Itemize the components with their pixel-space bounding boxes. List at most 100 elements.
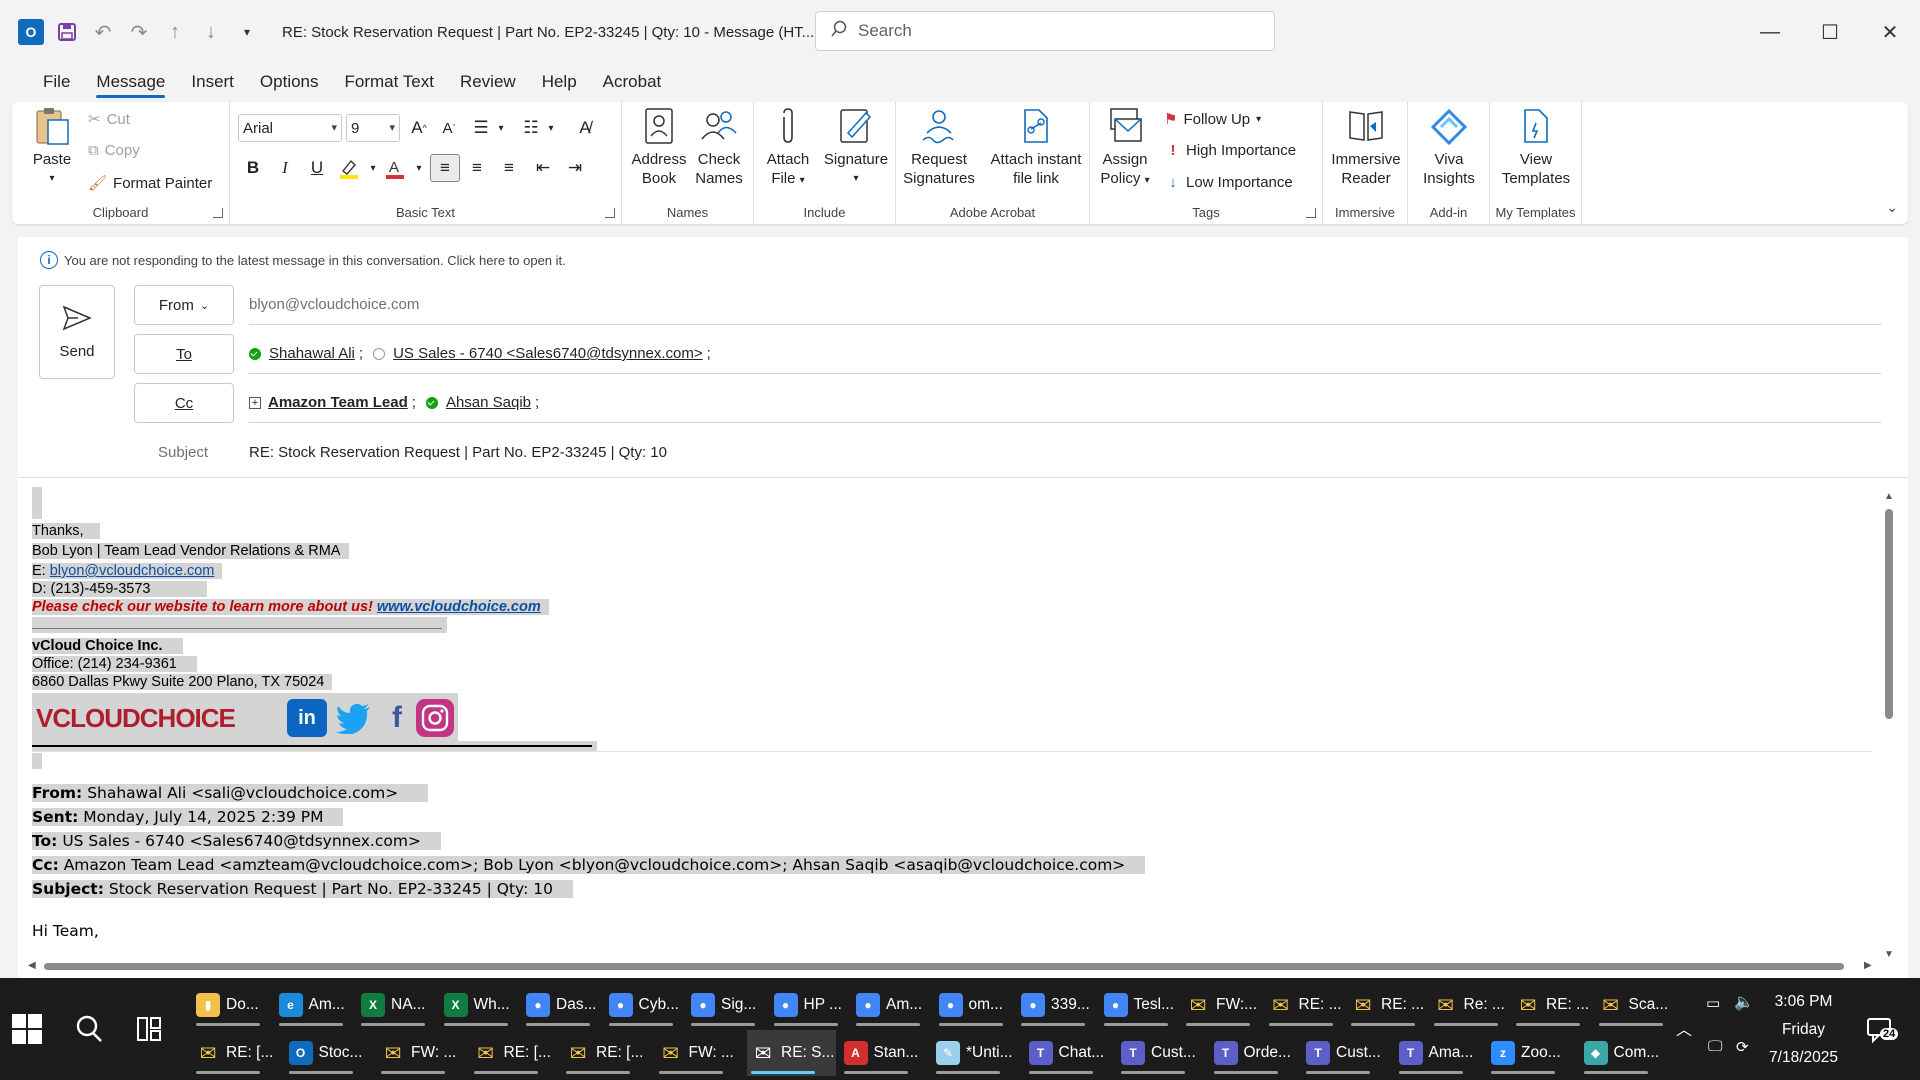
recipient-chip[interactable]: Amazon Team Lead	[268, 394, 408, 411]
taskbar-button[interactable]: ✉ FW: ...	[655, 1030, 744, 1076]
vertical-scrollbar[interactable]: ▲ ▼	[1882, 487, 1896, 962]
dialog-launcher-icon[interactable]	[213, 208, 223, 218]
cc-button[interactable]: Cc	[134, 383, 234, 423]
bold-button[interactable]: B	[238, 154, 268, 182]
to-button[interactable]: To	[134, 334, 234, 374]
taskbar-button[interactable]: O Stoc...	[285, 1030, 374, 1076]
check-names-button[interactable]: Check Names	[690, 106, 748, 188]
taskbar-button[interactable]: ● HP ...	[770, 982, 849, 1028]
tab-review[interactable]: Review	[447, 64, 529, 100]
decrease-indent-icon[interactable]: ⇤	[528, 154, 558, 182]
taskbar-button[interactable]: ✉ FW:...	[1182, 982, 1261, 1028]
recipient-chip[interactable]: Shahawal Ali	[269, 345, 355, 362]
low-importance-button[interactable]: ↓ Low Importance	[1166, 174, 1292, 191]
taskbar-button[interactable]: ✉ RE: [...	[470, 1030, 559, 1076]
signature-email-link[interactable]: blyon@vcloudchoice.com	[50, 563, 215, 579]
scroll-thumb[interactable]	[1885, 509, 1893, 719]
align-right-icon[interactable]: ≡	[494, 154, 524, 182]
immersive-reader-button[interactable]: Immersive Reader	[1327, 106, 1405, 188]
taskbar-button[interactable]: ◆ Com...	[1580, 1030, 1669, 1076]
scroll-right-icon[interactable]: ▶	[1864, 960, 1872, 971]
taskbar-button[interactable]: ● Das...	[522, 982, 601, 1028]
search-box[interactable]: Search	[815, 11, 1275, 51]
assign-policy-button[interactable]: Assign Policy ▾	[1094, 106, 1156, 190]
taskbar-button[interactable]: ✉ RE: S...	[747, 1030, 836, 1076]
previous-item-icon[interactable]: ↑	[162, 19, 188, 45]
shrink-font-icon[interactable]: Aˇ	[434, 114, 464, 142]
undo-icon[interactable]: ↶	[90, 19, 116, 45]
scroll-up-icon[interactable]: ▲	[1884, 491, 1894, 502]
high-importance-button[interactable]: ! High Importance	[1166, 142, 1297, 159]
tab-format-text[interactable]: Format Text	[332, 64, 447, 100]
taskbar-button[interactable]: ✉ RE: ...	[1347, 982, 1426, 1028]
taskbar-button[interactable]: ● om...	[935, 982, 1014, 1028]
copy-button[interactable]: ⧉ Copy	[88, 142, 140, 159]
tab-message[interactable]: Message	[83, 64, 178, 100]
message-body[interactable]: Thanks, Bob Lyon | Team Lead Vendor Rela…	[32, 487, 1882, 957]
taskbar-button[interactable]: T Ama...	[1395, 1030, 1484, 1076]
task-view-icon[interactable]	[136, 1016, 162, 1045]
tab-insert[interactable]: Insert	[178, 64, 247, 100]
increase-indent-icon[interactable]: ⇥	[560, 154, 590, 182]
customize-toolbar-icon[interactable]: ▾	[234, 19, 260, 45]
dialog-launcher-icon[interactable]	[605, 208, 615, 218]
scroll-thumb[interactable]	[44, 963, 1844, 970]
network-icon[interactable]: 🖵	[1708, 1038, 1722, 1055]
scroll-left-icon[interactable]: ◀	[28, 960, 36, 971]
horizontal-scrollbar[interactable]: ◀ ▶	[26, 959, 1876, 973]
taskbar-button[interactable]: T Cust...	[1302, 1030, 1391, 1076]
taskbar-button[interactable]: z Zoo...	[1487, 1030, 1576, 1076]
chevron-down-icon[interactable]: ▾	[486, 114, 516, 142]
signature-button[interactable]: Signature ▾	[820, 106, 892, 188]
font-name-select[interactable]: Arial ▾	[238, 114, 342, 142]
notifications-icon[interactable]: 24	[1866, 1016, 1899, 1047]
viva-insights-button[interactable]: Viva Insights	[1414, 106, 1484, 188]
cut-button[interactable]: ✂ Cut	[88, 110, 130, 129]
battery-icon[interactable]: ▭	[1706, 994, 1720, 1012]
taskbar-button[interactable]: ▮ Do...	[192, 982, 271, 1028]
taskbar-button[interactable]: ● 339...	[1017, 982, 1096, 1028]
close-button[interactable]: ✕	[1860, 0, 1920, 64]
dialog-launcher-icon[interactable]	[1306, 208, 1316, 218]
scroll-down-icon[interactable]: ▼	[1884, 949, 1894, 960]
taskbar-button[interactable]: T Chat...	[1025, 1030, 1114, 1076]
tab-file[interactable]: File	[30, 64, 83, 100]
taskbar-button[interactable]: ✉ FW: ...	[377, 1030, 466, 1076]
display-icon[interactable]: ⟳	[1736, 1038, 1749, 1056]
taskbar-button[interactable]: ● Tesl...	[1100, 982, 1179, 1028]
chevron-down-icon[interactable]: ▾	[536, 114, 566, 142]
taskbar-button[interactable]: ✉ Sca...	[1595, 982, 1674, 1028]
from-field[interactable]: blyon@vcloudchoice.com	[249, 285, 1881, 325]
font-size-select[interactable]: 9 ▾	[346, 114, 400, 142]
request-signatures-button[interactable]: Request Signatures	[898, 106, 980, 188]
taskbar-button[interactable]: ✉ RE: ...	[1265, 982, 1344, 1028]
cc-field[interactable]: + Amazon Team Lead; Ahsan Saqib;	[249, 383, 1881, 423]
chevron-up-icon[interactable]: ︿	[1676, 1016, 1692, 1040]
taskbar-button[interactable]: ● Sig...	[687, 982, 766, 1028]
recipient-chip[interactable]: Ahsan Saqib	[446, 394, 531, 411]
next-item-icon[interactable]: ↓	[198, 19, 224, 45]
tab-options[interactable]: Options	[247, 64, 332, 100]
website-link[interactable]: www.vcloudchoice.com	[377, 599, 541, 615]
volume-icon[interactable]: 🔈	[1734, 992, 1754, 1012]
align-left-icon[interactable]: ≡	[430, 154, 460, 182]
clear-formatting-icon[interactable]: A̸	[570, 114, 600, 142]
minimize-button[interactable]: —	[1740, 0, 1800, 64]
taskbar-button[interactable]: e Am...	[275, 982, 354, 1028]
taskbar-button[interactable]: T Orde...	[1210, 1030, 1299, 1076]
taskbar-button[interactable]: X NA...	[357, 982, 436, 1028]
taskbar-button[interactable]: X Wh...	[440, 982, 519, 1028]
view-templates-button[interactable]: View Templates	[1494, 106, 1578, 188]
underline-button[interactable]: U	[302, 154, 332, 182]
taskbar-button[interactable]: ✉ Re: ...	[1430, 982, 1509, 1028]
align-center-icon[interactable]: ≡	[462, 154, 492, 182]
tab-help[interactable]: Help	[529, 64, 590, 100]
attach-file-button[interactable]: Attach File ▾	[760, 106, 816, 190]
taskbar-button[interactable]: ● Cyb...	[605, 982, 684, 1028]
redo-icon[interactable]: ↷	[126, 19, 152, 45]
taskbar-button[interactable]: ✉ RE: ...	[1512, 982, 1591, 1028]
recipient-chip[interactable]: US Sales - 6740 <Sales6740@tdsynnex.com>	[393, 345, 703, 362]
taskbar-button[interactable]: T Cust...	[1117, 1030, 1206, 1076]
system-clock[interactable]: 3:06 PM Friday 7/18/2025	[1769, 988, 1838, 1072]
maximize-button[interactable]: ☐	[1800, 0, 1860, 64]
